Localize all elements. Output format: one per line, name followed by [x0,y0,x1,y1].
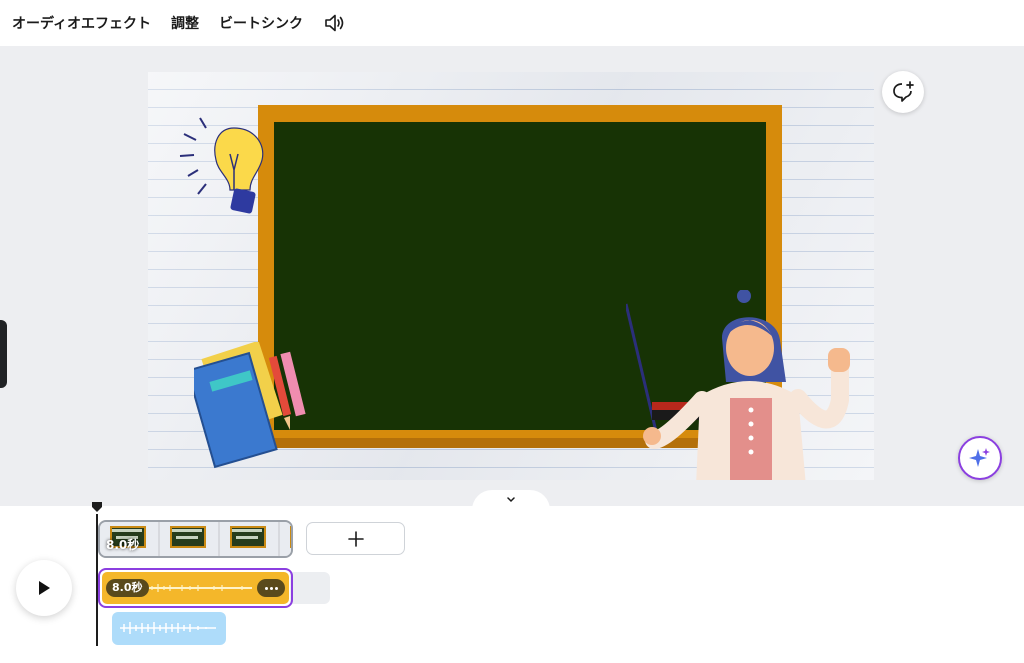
speaker-icon-glyph [325,14,344,32]
canvas-area [0,46,1024,506]
play-icon [39,581,50,595]
sparkle-icon [969,448,990,467]
video-clip[interactable]: 8.0秒 [98,520,293,558]
add-page-button[interactable] [306,522,405,555]
books-illustration[interactable] [194,342,330,470]
design-slide[interactable] [148,72,874,480]
chevron-down-icon [507,497,515,503]
audio-clip-secondary[interactable] [112,612,226,645]
clip-thumbnail [220,522,278,556]
playhead-handle[interactable] [91,501,103,513]
speaker-icon[interactable] [323,11,347,35]
comment-add-button[interactable] [882,71,924,113]
teacher-illustration[interactable] [626,290,866,480]
more-horizontal-icon[interactable] [257,579,285,597]
magic-assistant-button[interactable] [958,436,1002,480]
playhead-line [96,514,98,646]
timeline-panel: 8.0秒 8.0秒 [0,502,1024,663]
lightbulb-illustration[interactable] [174,112,274,222]
side-panel-handle[interactable] [0,320,7,388]
audio-clip-duration: 8.0秒 [106,579,149,597]
adjust-button[interactable]: 調整 [171,13,199,33]
video-clip-duration: 8.0秒 [106,538,140,552]
comment-add-icon [893,81,914,102]
beat-sync-button[interactable]: ビートシンク [219,13,303,33]
audio-track-background [290,572,330,604]
top-toolbar: オーディオエフェクト 調整 ビートシンク [0,0,1024,46]
audio-waveform [142,584,252,592]
audio-effects-button[interactable]: オーディオエフェクト [12,13,151,33]
clip-thumbnail [160,522,218,556]
plus-icon [347,530,364,547]
clip-thumbnail [280,522,291,556]
audio-clip-selected[interactable]: 8.0秒 [98,568,293,608]
audio-waveform [120,622,216,634]
audio-clip-body: 8.0秒 [102,572,289,604]
play-button[interactable] [16,560,72,616]
